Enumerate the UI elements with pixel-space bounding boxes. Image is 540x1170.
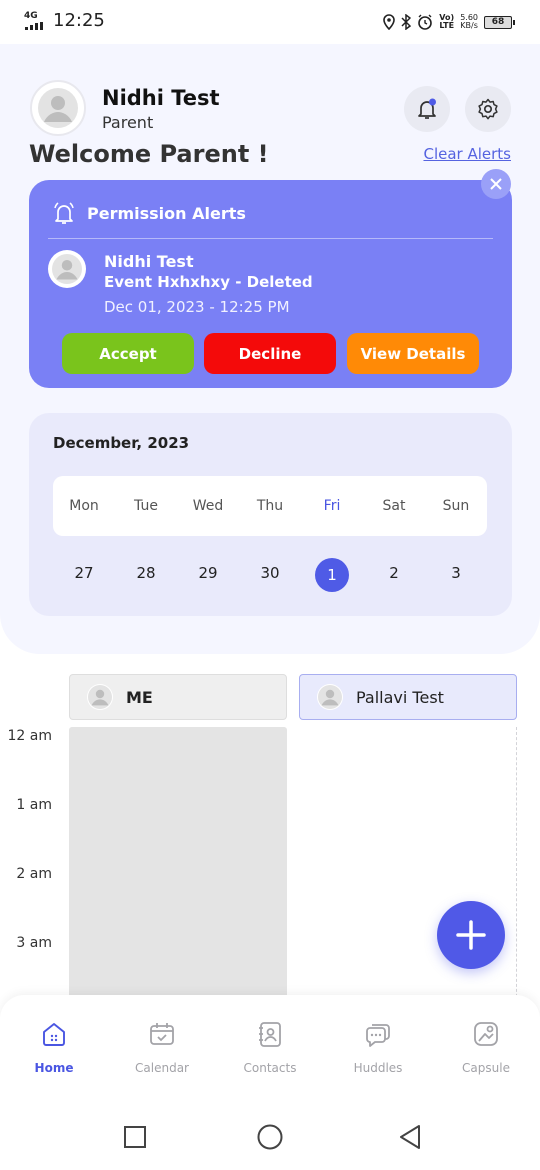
- selected-date[interactable]: 1: [315, 558, 349, 592]
- weekday-mon: Mon: [69, 498, 99, 514]
- accept-button[interactable]: Accept: [62, 333, 194, 374]
- date-cell[interactable]: 2: [374, 564, 414, 582]
- permission-alert-card: Permission Alerts Nidhi Test Event Hxhxh…: [29, 180, 512, 388]
- settings-button[interactable]: [465, 86, 511, 132]
- system-navigation-bar: [0, 1095, 540, 1170]
- me-schedule-block[interactable]: [69, 727, 287, 1007]
- nav-label: Home: [34, 1061, 74, 1075]
- date-cell[interactable]: 3: [436, 564, 476, 582]
- network-type: 4G: [24, 11, 38, 21]
- user-role: Parent: [102, 113, 154, 132]
- home-button-icon[interactable]: [257, 1124, 283, 1150]
- gear-icon: [478, 98, 498, 120]
- date-cell[interactable]: 30: [250, 564, 290, 582]
- time-label: 3 am: [16, 935, 52, 951]
- bell-icon: [418, 98, 436, 119]
- bluetooth-icon: [401, 14, 412, 30]
- home-icon: [43, 1023, 65, 1046]
- status-bar: 4G 12:25 Vo) LTE 5.60 KB/s 68: [0, 0, 540, 44]
- notifications-button[interactable]: [404, 86, 450, 132]
- date-strip: 27 28 29 30 1 2 3: [53, 558, 487, 592]
- date-cell[interactable]: 29: [188, 564, 228, 582]
- capsule-icon: [474, 1022, 498, 1046]
- week-calendar: December, 2023 Mon Tue Wed Thu Fri Sat S…: [29, 413, 512, 616]
- recent-apps-icon[interactable]: [123, 1125, 147, 1149]
- alert-sender-name: Nidhi Test: [104, 252, 194, 271]
- contacts-icon: [259, 1022, 281, 1047]
- alarm-bell-icon: [54, 202, 74, 224]
- date-cell[interactable]: 28: [126, 564, 166, 582]
- avatar-icon: [52, 254, 82, 284]
- alert-divider: [48, 238, 493, 239]
- decline-button[interactable]: Decline: [204, 333, 336, 374]
- weekday-sun: Sun: [442, 498, 470, 514]
- plus-icon: [456, 920, 486, 950]
- speed-unit: KB/s: [460, 21, 478, 30]
- bottom-navigation: Home Calendar Contacts Huddles Capsule: [0, 995, 540, 1095]
- nav-home[interactable]: Home: [9, 1019, 99, 1075]
- back-icon[interactable]: [398, 1124, 422, 1150]
- alert-date: Dec 01, 2023 - 12:25 PM: [104, 298, 290, 316]
- close-alert-button[interactable]: [481, 169, 511, 199]
- nav-label: Capsule: [462, 1061, 510, 1075]
- location-icon: [383, 14, 396, 30]
- clear-alerts-link[interactable]: Clear Alerts: [423, 145, 511, 163]
- add-event-button[interactable]: [437, 901, 505, 969]
- weekday-thu: Thu: [256, 498, 284, 514]
- weekday-tue: Tue: [134, 498, 158, 514]
- signal-icon: [25, 22, 43, 30]
- alert-header: Permission Alerts: [51, 200, 246, 226]
- schedule-column-pallavi[interactable]: Pallavi Test: [299, 674, 517, 720]
- column-divider: [516, 727, 517, 1007]
- avatar-icon: [317, 684, 343, 710]
- weekday-wed: Wed: [192, 498, 224, 514]
- user-name: Nidhi Test: [102, 86, 220, 110]
- clock: 12:25: [53, 10, 105, 31]
- time-label: 12 am: [7, 728, 52, 744]
- nav-calendar[interactable]: Calendar: [117, 1019, 207, 1075]
- nav-label: Huddles: [353, 1061, 403, 1075]
- alert-event: Event Hxhxhxy - Deleted: [104, 273, 313, 291]
- time-label: 1 am: [16, 797, 52, 813]
- time-label: 2 am: [16, 866, 52, 882]
- avatar-icon: [87, 684, 113, 710]
- column-label: Pallavi Test: [356, 687, 444, 707]
- volte-bottom: LTE: [439, 21, 455, 30]
- alarm-icon: [418, 14, 433, 30]
- nav-huddles[interactable]: Huddles: [333, 1019, 423, 1075]
- close-icon: [490, 178, 502, 190]
- weekday-sat: Sat: [382, 498, 406, 514]
- network-speed: 5.60 KB/s: [460, 14, 478, 30]
- avatar-icon: [38, 88, 78, 128]
- nav-label: Calendar: [135, 1061, 189, 1075]
- battery-icon: 68: [484, 15, 515, 29]
- weekday-fri: Fri: [323, 498, 341, 514]
- nav-label: Contacts: [243, 1061, 297, 1075]
- nav-contacts[interactable]: Contacts: [225, 1019, 315, 1075]
- profile-avatar[interactable]: [30, 80, 86, 136]
- column-label: ME: [126, 687, 153, 707]
- welcome-heading: Welcome Parent !: [29, 140, 269, 168]
- alert-avatar: [48, 250, 86, 288]
- nav-capsule[interactable]: Capsule: [441, 1019, 531, 1075]
- date-cell[interactable]: 27: [64, 564, 104, 582]
- alert-title: Permission Alerts: [87, 203, 246, 223]
- schedule-column-me[interactable]: ME: [69, 674, 287, 720]
- home-screen: 4G 12:25 Vo) LTE 5.60 KB/s 68 Nidhi Test…: [0, 0, 540, 1170]
- calendar-icon: [150, 1023, 174, 1045]
- chat-icon: [366, 1024, 390, 1047]
- view-details-button[interactable]: View Details: [347, 333, 479, 374]
- weekday-strip: Mon Tue Wed Thu Fri Sat Sun: [53, 476, 487, 536]
- status-icons: Vo) LTE 5.60 KB/s 68: [383, 12, 515, 32]
- volte-indicator: Vo) LTE: [439, 14, 454, 30]
- calendar-month: December, 2023: [53, 434, 190, 452]
